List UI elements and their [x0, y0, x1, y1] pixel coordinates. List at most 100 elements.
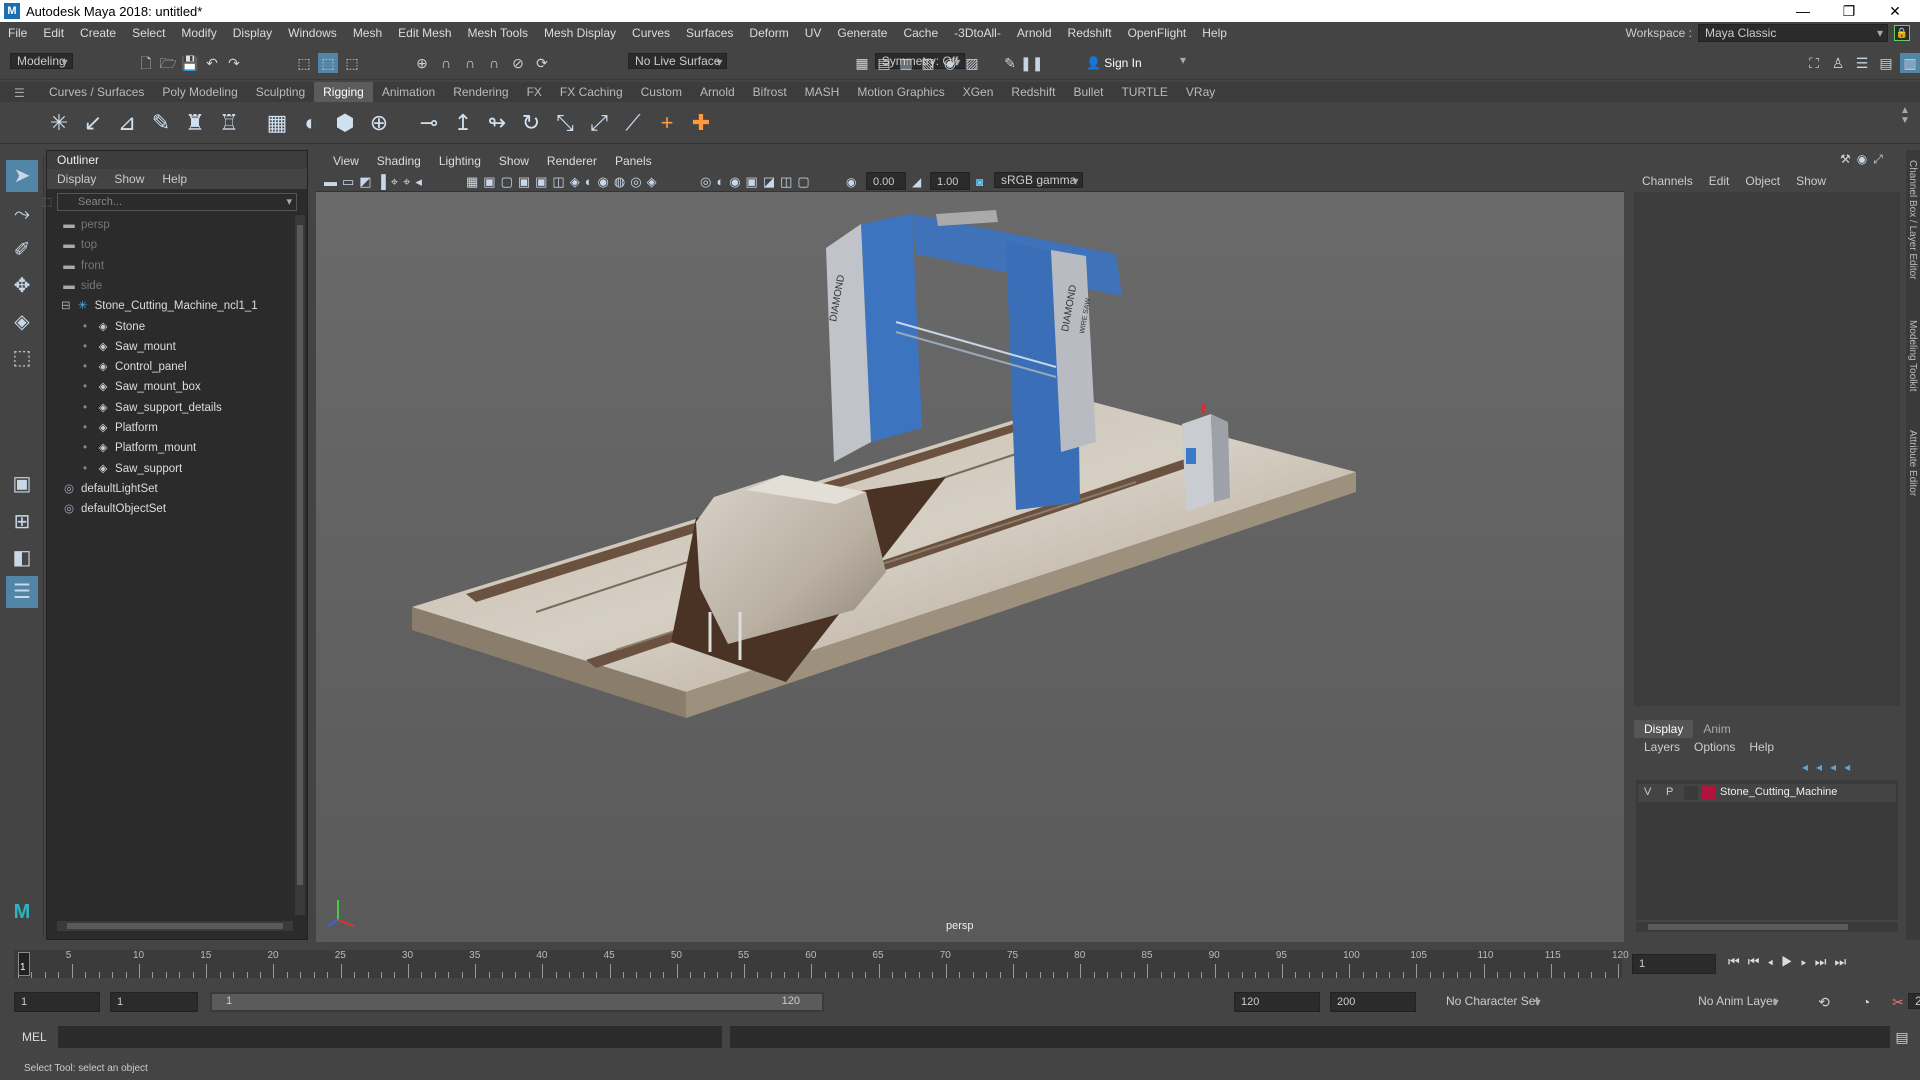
move-tool-icon[interactable]: ✥ — [6, 270, 38, 302]
current-frame-field[interactable]: 1 — [1632, 954, 1716, 974]
layer-playback-toggle[interactable]: P — [1666, 786, 1673, 798]
snap-vertex-icon[interactable]: ⟳ — [532, 53, 552, 73]
render-frame-icon[interactable]: ▤ — [874, 53, 894, 73]
save-scene-icon[interactable]: 💾 — [180, 53, 200, 73]
menu-mesh[interactable]: Mesh — [345, 26, 390, 40]
outliner-menu-show[interactable]: Show — [114, 172, 144, 186]
shelf-tab-turtle[interactable]: TURTLE — [1112, 82, 1176, 102]
render-view-icon[interactable]: ▦ — [852, 53, 872, 73]
preferences-icon[interactable]: ✂ — [1888, 992, 1908, 1012]
skeleton-icon[interactable]: ♖ — [214, 108, 244, 138]
four-pane-icon[interactable]: ⊞ — [6, 506, 38, 538]
layer-color-swatch[interactable] — [1702, 786, 1716, 800]
menu-mesh-tools[interactable]: Mesh Tools — [460, 26, 536, 40]
search-dropdown-icon[interactable]: ▾ — [286, 194, 292, 210]
smooth-bind-icon[interactable]: ◐ — [296, 108, 326, 138]
sign-in-button[interactable]: 👤 Sign In — [1086, 53, 1142, 73]
render-settings-icon[interactable]: ▧ — [918, 53, 938, 73]
fps-dropdown[interactable]: 24 fps — [1908, 993, 1920, 1009]
range-slider[interactable]: 1 120 — [210, 992, 824, 1012]
outliner-item[interactable]: ▬ side — [61, 276, 102, 296]
layer-hscrollbar[interactable] — [1636, 922, 1898, 932]
outliner-item[interactable]: • ◈ Stone — [83, 317, 145, 337]
humanik-icon[interactable]: ♜ — [180, 108, 210, 138]
outliner-item[interactable]: • ◈ Saw_mount — [83, 337, 176, 357]
layer-reference-toggle[interactable] — [1684, 786, 1698, 800]
pole-vector-icon[interactable]: ⟋ — [618, 108, 648, 138]
outliner-item[interactable]: • ◈ Saw_support — [83, 459, 182, 479]
menu-cache[interactable]: Cache — [895, 26, 946, 40]
select-object-icon[interactable]: ⬚ — [318, 53, 338, 73]
outliner-item[interactable]: • ◈ Saw_mount_box — [83, 377, 201, 397]
select-component-icon[interactable]: ⬚ — [342, 53, 362, 73]
layer-name[interactable]: Stone_Cutting_Machine — [1720, 786, 1837, 798]
close-button[interactable]: ✕ — [1872, 0, 1918, 22]
channel-box-tools-icon[interactable]: ⚒◉⤢ — [1840, 152, 1889, 167]
character-controls-icon[interactable]: ♙ — [1828, 53, 1848, 73]
attribute-editor-side-tab[interactable]: Attribute Editor — [1907, 430, 1918, 496]
viewport-menu-lighting[interactable]: Lighting — [430, 154, 490, 168]
outliner-menu-help[interactable]: Help — [162, 172, 187, 186]
menu-arnold[interactable]: Arnold — [1009, 26, 1060, 40]
shelf-tab-sculpting[interactable]: Sculpting — [247, 82, 314, 102]
channel-box-icon[interactable]: ▥ — [1900, 53, 1920, 73]
exposure-field[interactable]: 0.00 — [866, 172, 906, 190]
lock-icon[interactable]: 🔒 — [1894, 25, 1910, 41]
script-editor-icon[interactable]: ▤ — [1892, 1027, 1912, 1047]
character-set-dropdown[interactable]: No Character Set — [1440, 994, 1545, 1008]
menu-mesh-display[interactable]: Mesh Display — [536, 26, 624, 40]
shelf-tab-rendering[interactable]: Rendering — [444, 82, 517, 102]
filter-icon[interactable]: ⬚ — [42, 194, 52, 210]
time-ruler[interactable]: 1 5 10 15 20 25 30 35 40 45 50 55 60 65 70 75 80 85 90 95 1… — [14, 950, 1629, 978]
outliner-item[interactable]: • ◈ Platform_mount — [83, 438, 196, 458]
snap-curve-icon[interactable]: ∩ — [436, 53, 456, 73]
menu-deform[interactable]: Deform — [741, 26, 796, 40]
viewport-menu-view[interactable]: View — [324, 154, 368, 168]
gamma-field[interactable]: 1.00 — [930, 172, 970, 190]
new-scene-icon[interactable]: 🗋 — [136, 53, 156, 73]
bind-skin-icon[interactable]: ▦ — [262, 108, 292, 138]
open-scene-icon[interactable]: 🗁 — [158, 53, 178, 73]
shelf-tab-xgen[interactable]: XGen — [954, 82, 1003, 102]
tool-settings-icon[interactable]: ▤ — [1876, 53, 1896, 73]
outliner-vscrollbar[interactable] — [295, 215, 305, 915]
animation-end-field[interactable]: 200 — [1330, 992, 1416, 1012]
shelf-tab-mash[interactable]: MASH — [796, 82, 849, 102]
shelf-tab-fx[interactable]: FX — [518, 82, 551, 102]
parent-constraint-icon[interactable]: ⤢ — [584, 108, 614, 138]
render-setup-icon[interactable]: ▨ — [962, 53, 982, 73]
single-pane-icon[interactable]: ▣ — [6, 468, 38, 500]
time-slider[interactable]: 1 5 10 15 20 25 30 35 40 45 50 55 60 65 70 75 80 85 90 95 1… — [0, 946, 1920, 982]
menu-windows[interactable]: Windows — [280, 26, 345, 40]
channel-box-side-tab[interactable]: Channel Box / Layer Editor — [1907, 160, 1918, 280]
menu-select[interactable]: Select — [124, 26, 173, 40]
scale-tool-icon[interactable]: ⬚ — [6, 342, 38, 374]
pause-icon[interactable]: ❚❚ — [1020, 53, 1043, 73]
rotate-tool-icon[interactable]: ◈ — [6, 306, 38, 338]
workspace-dropdown[interactable]: Maya Classic — [1698, 24, 1888, 42]
layer-menu-layers[interactable]: Layers — [1644, 740, 1680, 758]
outliner-item[interactable]: • ◈ Control_panel — [83, 357, 187, 377]
outliner-item[interactable]: ▬ persp — [61, 215, 110, 235]
loop-icon[interactable]: ⟲ — [1814, 992, 1834, 1012]
redo-icon[interactable]: ↷ — [224, 53, 244, 73]
layer-row[interactable]: V P Stone_Cutting_Machine — [1638, 784, 1896, 802]
layer-tab-anim[interactable]: Anim — [1693, 720, 1740, 738]
viewport-menu-panels[interactable]: Panels — [606, 154, 661, 168]
undo-icon[interactable]: ↶ — [202, 53, 222, 73]
snap-point-icon[interactable]: ∩ — [460, 53, 480, 73]
layer-visibility-toggle[interactable]: V — [1644, 786, 1651, 798]
locator-icon[interactable]: + — [652, 108, 682, 138]
sign-in-dropdown-icon[interactable]: ▾ — [1180, 53, 1186, 67]
menu-surfaces[interactable]: Surfaces — [678, 26, 741, 40]
select-hierarchy-icon[interactable]: ⬚ — [294, 53, 314, 73]
menu-edit-mesh[interactable]: Edit Mesh — [390, 26, 459, 40]
menu-uv[interactable]: UV — [797, 26, 830, 40]
playback-end-field[interactable]: 120 — [1234, 992, 1320, 1012]
outliner-layout-icon[interactable]: ☰ — [6, 576, 38, 608]
lasso-tool-icon[interactable]: ⤳ — [6, 198, 38, 230]
ik-handle-icon[interactable]: ↙ — [78, 108, 108, 138]
color-space-dropdown[interactable]: sRGB gamma — [994, 172, 1084, 188]
wrap-icon[interactable]: ⊕ — [364, 108, 394, 138]
playback-controls-icon[interactable]: ⏮⏮◂▶▸⏭⏭ — [1728, 954, 1854, 970]
